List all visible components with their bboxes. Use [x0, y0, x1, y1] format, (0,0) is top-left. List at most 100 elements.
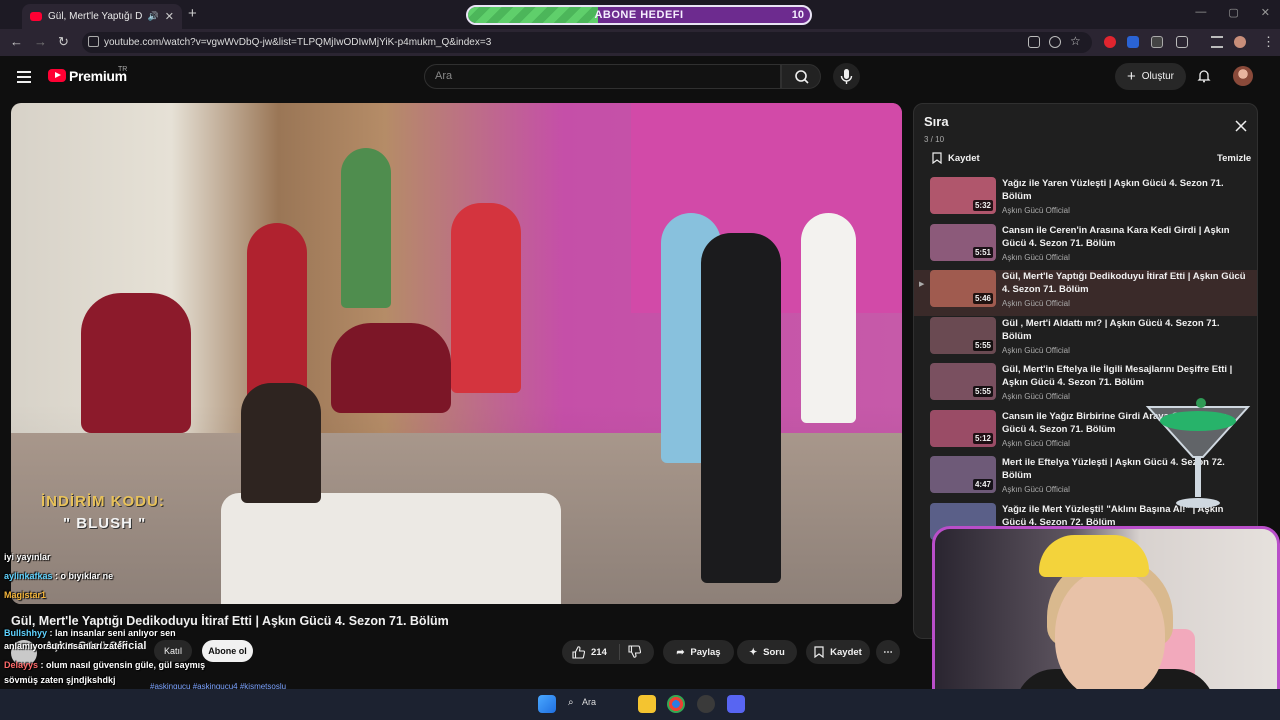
maximize-icon[interactable]: ▢ [1228, 6, 1238, 19]
os-taskbar: ⌕ Ara [0, 689, 1280, 720]
duration-badge: 5:55 [972, 339, 993, 351]
ask-label: Soru [763, 646, 785, 658]
duration-badge: 5:51 [972, 246, 993, 258]
goal-title: ABONE HEDEFI [594, 9, 684, 21]
like-icon[interactable] [572, 645, 585, 659]
youtube-logo-icon[interactable] [48, 69, 66, 82]
discord-icon[interactable] [727, 695, 745, 713]
queue-item[interactable]: 5:55 Gül , Mert'i Aldattı mı? | Aşkın Gü… [914, 316, 1257, 363]
video-scene-chair [331, 323, 451, 413]
chat-message: sövmüş zaten şjndjkshdkj [4, 675, 116, 685]
queue-clear-button[interactable]: Temizle [1217, 153, 1251, 164]
site-info-icon[interactable] [88, 36, 99, 47]
promo-code-value: " BLUSH " [63, 515, 147, 532]
subscriber-goal-bar: ABONE HEDEFI 10 [466, 5, 812, 25]
duration-badge: 4:47 [972, 479, 993, 490]
queue-item-title[interactable]: Yağız ile Yaren Yüzleşti | Aşkın Gücü 4.… [1002, 177, 1247, 203]
duration-badge: 5:55 [972, 386, 993, 397]
video-player[interactable]: İNDİRİM KODU: " BLUSH " [11, 103, 902, 604]
queue-item-title[interactable]: Cansın ile Ceren'in Arasına Kara Kedi Gi… [1002, 224, 1247, 250]
chat-message: iyi yayınlar [4, 552, 51, 562]
file-explorer-icon[interactable] [638, 695, 656, 713]
extension-blue-icon[interactable] [1127, 36, 1139, 48]
account-avatar[interactable] [1233, 66, 1253, 86]
taskbar-search-label: Ara [582, 697, 597, 707]
eye-off-icon[interactable] [1049, 36, 1061, 48]
cast-icon[interactable] [1028, 36, 1040, 48]
more-horizontal-icon: ⋯ [883, 646, 893, 658]
extension-box-icon[interactable] [1151, 36, 1163, 48]
join-button[interactable]: Katıl [154, 640, 192, 662]
search-input[interactable]: Ara [424, 64, 781, 89]
save-button[interactable]: Kaydet [806, 640, 870, 664]
queue-item-title[interactable]: Gül , Mert'i Aldattı mı? | Aşkın Gücü 4.… [1002, 317, 1247, 343]
minimize-icon[interactable]: — [1195, 6, 1206, 19]
video-scene-person [451, 203, 521, 393]
queue-thumbnail[interactable]: 5:55 [930, 363, 996, 400]
queue-item-title[interactable]: Gül, Mert'in Eftelya ile İlgili Mesajlar… [1002, 363, 1247, 389]
taskbar-search-button[interactable]: ⌕ Ara [566, 695, 626, 713]
chrome-icon[interactable] [667, 695, 685, 713]
queue-item[interactable]: 5:51 Cansın ile Ceren'in Arasına Kara Ke… [914, 223, 1257, 270]
queue-item[interactable]: ▶ 5:46 Gül, Mert'le Yaptığı Dedikoduyu İ… [914, 270, 1257, 316]
close-queue-icon[interactable] [1235, 120, 1247, 132]
queue-thumbnail[interactable]: 5:46 [930, 270, 996, 307]
cocktail-glass-overlay-icon [1145, 398, 1251, 508]
extensions-puzzle-icon[interactable] [1176, 36, 1188, 48]
extension-red-icon[interactable] [1104, 36, 1116, 48]
duration-badge: 5:46 [972, 293, 993, 304]
more-actions-button[interactable]: ⋯ [876, 640, 900, 664]
obs-icon[interactable] [697, 695, 715, 713]
divider [619, 644, 620, 660]
chat-message: aylinkafkas : o bıyıklar ne [4, 571, 113, 581]
duration-badge: 5:12 [972, 432, 993, 444]
dislike-icon[interactable] [628, 645, 641, 658]
queue-thumbnail[interactable]: 5:32 [930, 177, 996, 214]
queue-thumbnail[interactable]: 5:55 [930, 316, 996, 354]
reload-icon[interactable]: ↻ [58, 34, 69, 50]
hamburger-menu-icon[interactable] [17, 71, 31, 83]
queue-thumbnail[interactable]: 5:51 [930, 223, 996, 261]
bookmark-star-icon[interactable]: ☆ [1070, 34, 1081, 48]
url-bar[interactable]: youtube.com/watch?v=vgwWvDbQ-jw&list=TLP… [82, 32, 1092, 53]
chat-username: Magistar1 [4, 590, 47, 600]
video-title: Gül, Mert'le Yaptığı Dedikoduyu İtiraf E… [11, 614, 449, 628]
search-button[interactable] [781, 64, 821, 89]
queue-item[interactable]: 5:32 Yağız ile Yaren Yüzleşti | Aşkın Gü… [914, 177, 1257, 223]
ask-button[interactable]: ✦ Soru [737, 640, 797, 664]
share-button[interactable]: ➦ Paylaş [663, 640, 734, 664]
chat-message: anlamıyorsun insanları zaten [4, 641, 128, 651]
search-icon: ⌕ [568, 697, 574, 708]
search-icon [795, 70, 809, 84]
forward-icon[interactable]: → [34, 34, 47, 49]
browser-tab[interactable]: Gül, Mert'le Yaptığı Dedikod 🔊 ✕ [22, 4, 182, 29]
video-scene-sofa [221, 493, 561, 604]
chat-message: Delayys : olum nasıl güvensin güle, gül … [4, 660, 205, 670]
voice-search-button[interactable] [833, 63, 860, 90]
microphone-icon [840, 69, 853, 84]
tab-close-icon[interactable]: ✕ [165, 10, 174, 23]
profile-avatar-icon[interactable] [1234, 36, 1246, 48]
sparkle-icon: ✦ [749, 646, 758, 658]
like-count[interactable]: 214 [591, 647, 607, 658]
like-dislike-group: 214 [562, 640, 654, 664]
windows-start-icon[interactable] [538, 695, 556, 713]
queue-thumbnail[interactable]: 4:47 [930, 456, 996, 493]
create-button[interactable]: + Oluştur [1115, 63, 1186, 90]
queue-title: Sıra [924, 114, 949, 129]
queue-item-title[interactable]: Gül, Mert'le Yaptığı Dedikoduyu İtiraf E… [1002, 270, 1247, 296]
webcam-scene-face [1055, 569, 1165, 699]
subscribe-button[interactable]: Abone ol [202, 640, 253, 662]
video-scene-person [701, 233, 781, 583]
queue-thumbnail[interactable]: 5:12 [930, 409, 996, 447]
video-scene-person [341, 148, 391, 308]
notifications-bell-icon[interactable] [1197, 69, 1211, 83]
reading-list-icon[interactable] [1211, 36, 1223, 48]
queue-save-button[interactable]: Kaydet [932, 152, 980, 164]
back-icon[interactable]: ← [10, 34, 23, 49]
promo-code-label: İNDİRİM KODU: [41, 493, 165, 510]
new-tab-icon[interactable]: + [188, 5, 197, 22]
browser-menu-icon[interactable]: ⋮ [1262, 34, 1275, 50]
close-window-icon[interactable]: ✕ [1261, 6, 1270, 19]
region-code: TR [118, 66, 128, 73]
